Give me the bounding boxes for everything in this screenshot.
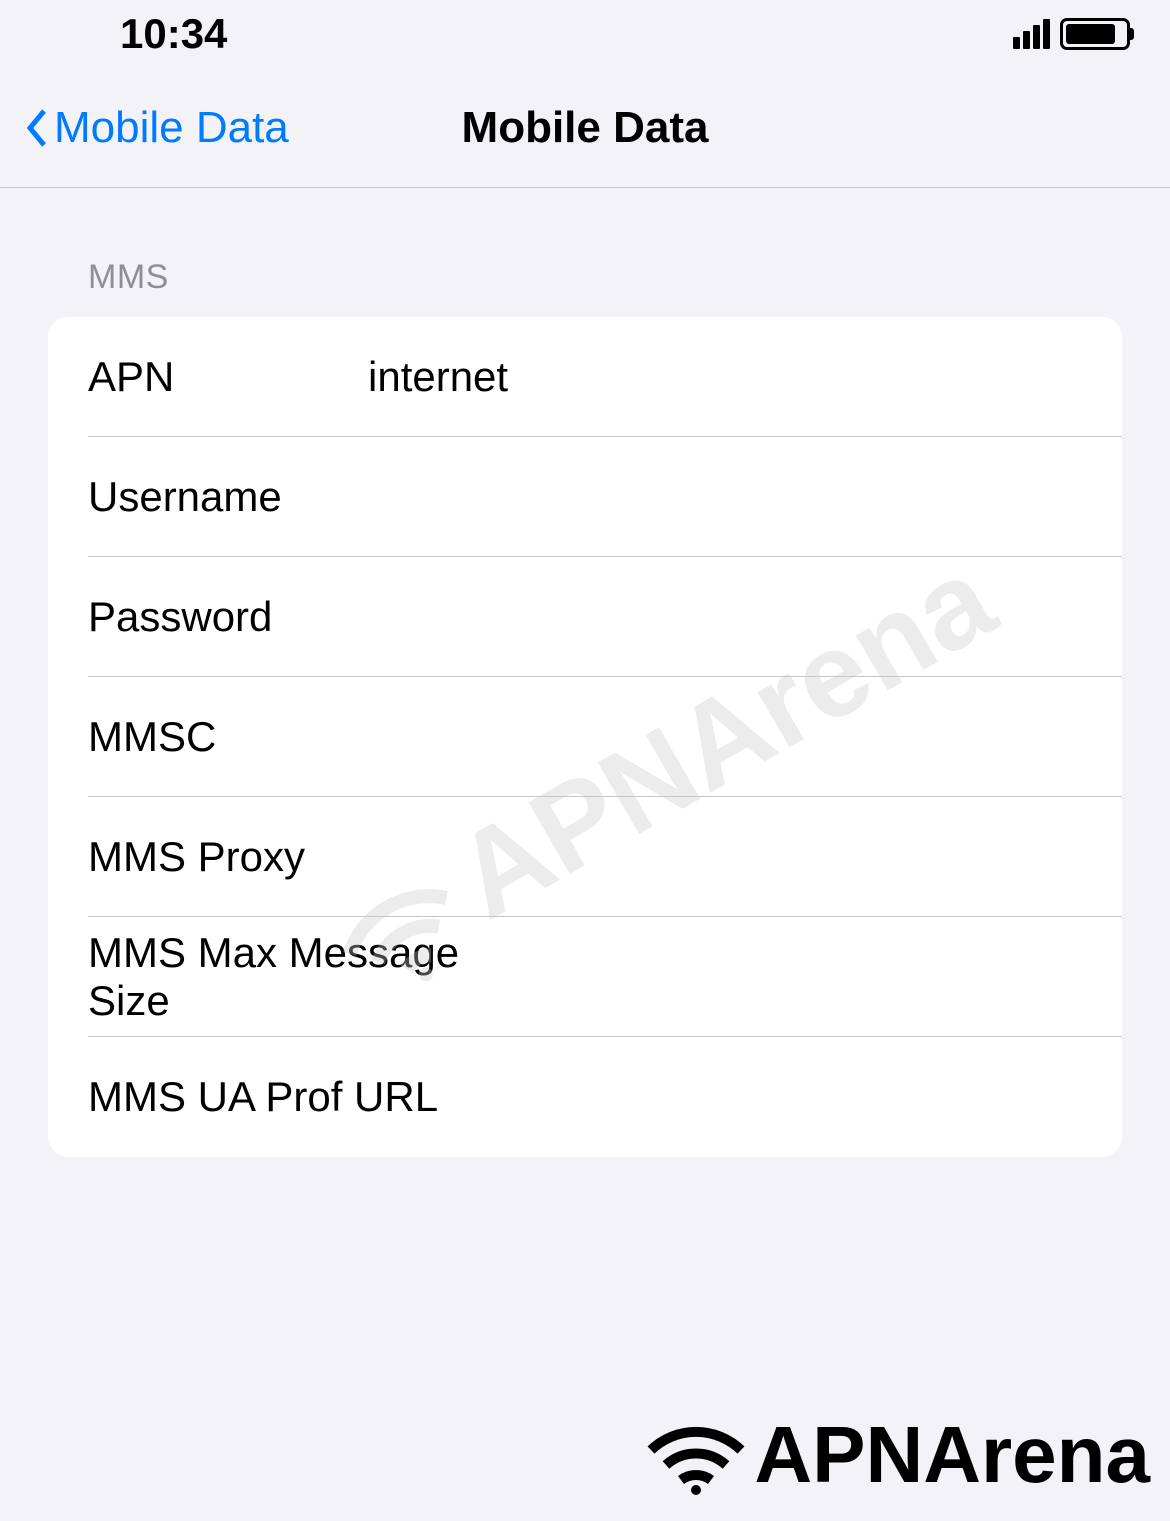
status-time: 10:34: [120, 10, 227, 58]
chevron-left-icon: [24, 107, 48, 149]
mms-proxy-row[interactable]: MMS Proxy: [48, 797, 1122, 917]
password-input[interactable]: [368, 593, 1082, 641]
status-right: [1013, 18, 1130, 50]
mms-proxy-label: MMS Proxy: [88, 833, 368, 881]
battery-icon: [1060, 18, 1130, 50]
navigation-bar: Mobile Data Mobile Data: [0, 68, 1170, 188]
status-bar: 10:34: [0, 0, 1170, 68]
footer-logo: APNArena: [646, 1409, 1150, 1501]
mmsc-row[interactable]: MMSC: [48, 677, 1122, 797]
mms-max-size-row[interactable]: MMS Max Message Size: [48, 917, 1122, 1037]
username-row[interactable]: Username: [48, 437, 1122, 557]
wifi-icon: [646, 1415, 746, 1495]
mmsc-label: MMSC: [88, 713, 368, 761]
password-label: Password: [88, 593, 368, 641]
apn-row[interactable]: APN: [48, 317, 1122, 437]
apn-label: APN: [88, 353, 368, 401]
mms-max-size-input[interactable]: [541, 953, 1082, 1001]
settings-list: APN Username Password MMSC MMS Proxy MMS…: [48, 317, 1122, 1157]
content: MMS APN Username Password MMSC MMS Proxy…: [0, 188, 1170, 1157]
footer-text: APNArena: [754, 1409, 1150, 1501]
apn-input[interactable]: [368, 353, 1082, 401]
mms-ua-prof-label: MMS UA Prof URL: [88, 1073, 438, 1121]
mms-ua-prof-input[interactable]: [438, 1073, 1082, 1121]
page-title: Mobile Data: [462, 103, 709, 153]
password-row[interactable]: Password: [48, 557, 1122, 677]
username-label: Username: [88, 473, 368, 521]
back-label: Mobile Data: [54, 103, 289, 153]
back-button[interactable]: Mobile Data: [0, 103, 289, 153]
signal-icon: [1013, 19, 1050, 49]
username-input[interactable]: [368, 473, 1082, 521]
mmsc-input[interactable]: [368, 713, 1082, 761]
mms-ua-prof-row[interactable]: MMS UA Prof URL: [48, 1037, 1122, 1157]
mms-proxy-input[interactable]: [368, 833, 1082, 881]
mms-max-size-label: MMS Max Message Size: [88, 929, 541, 1025]
section-header: MMS: [48, 188, 1122, 317]
